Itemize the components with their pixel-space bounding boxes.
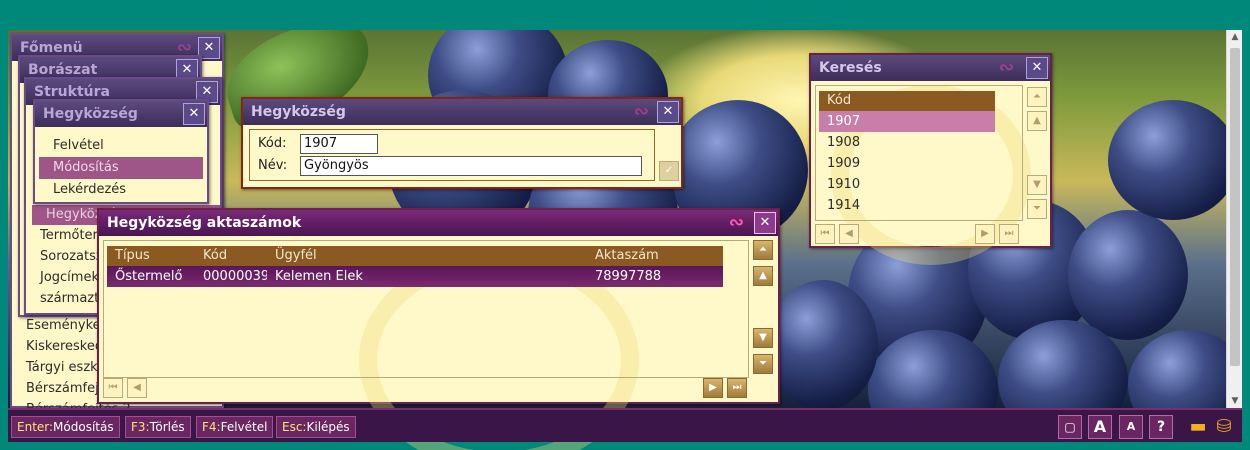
- hegykozseg-menu-titlebar: Hegyközség ✕: [35, 101, 207, 127]
- hegykozseg-menu-title: Hegyközség: [43, 106, 138, 122]
- swirl-logo-icon: ∾: [998, 57, 1014, 78]
- status-bar: Enter:Módosítás F3:Törlés F4:Felvétel Es…: [8, 408, 1242, 442]
- list-item-value: 1907: [827, 114, 861, 129]
- list-item[interactable]: 1909: [819, 153, 995, 174]
- key-action: Kilépés: [306, 420, 350, 434]
- aktaszamok-table: Típus Kód Ügyfél Aktaszám Őstermelő 0000…: [107, 246, 723, 287]
- last-record-icon[interactable]: ⏭: [999, 224, 1019, 244]
- list-item[interactable]: 1914: [819, 195, 995, 216]
- list-item[interactable]: 1908: [819, 132, 995, 153]
- cell-tipus: Őstermelő: [115, 269, 183, 284]
- scroll-thumb[interactable]: [1230, 48, 1240, 366]
- database-icon[interactable]: ⛁: [1212, 415, 1236, 439]
- save-check-icon[interactable]: ✓: [659, 161, 679, 181]
- scroll-bottom-icon[interactable]: ⏷: [753, 354, 773, 374]
- hegykozseg-form-title: Hegyközség: [251, 104, 346, 120]
- hegykozseg-form-window: Hegyközség ∾ ✕ Kód: 1907 Név: Gyöngyös ✓: [241, 97, 683, 189]
- aktaszamok-window: Hegyközség aktaszámok ∾ ✕ Típus Kód Ügyf…: [97, 208, 780, 450]
- list-item-value: 1910: [827, 177, 861, 192]
- hegykozseg-menu-close-icon[interactable]: ✕: [183, 103, 205, 125]
- help-icon[interactable]: ?: [1149, 415, 1173, 439]
- page-up-icon[interactable]: ▲: [1027, 111, 1047, 131]
- key-name: Esc:: [282, 420, 307, 434]
- font-small-icon[interactable]: A: [1119, 415, 1143, 439]
- col-kod: Kód: [203, 248, 228, 263]
- prev-record-icon[interactable]: ◀: [127, 378, 147, 398]
- col-kod: Kód: [827, 93, 852, 108]
- window-icon[interactable]: ▢: [1058, 415, 1082, 439]
- key-name: F3:: [131, 420, 150, 434]
- kereses-header: Kód: [819, 91, 995, 111]
- key-name: Enter:: [17, 420, 54, 434]
- scroll-down-icon[interactable]: ▼: [1227, 394, 1243, 408]
- kereses-list: Kód 1907 1908 1909 1910 1914: [819, 91, 995, 216]
- kod-label: Kód:: [258, 136, 287, 151]
- key-name: F4:: [202, 420, 221, 434]
- hegykozseg-menu-list: Felvétel Módosítás Lekérdezés: [39, 135, 203, 201]
- kereses-list-frame: Kód 1907 1908 1909 1910 1914: [815, 85, 1023, 221]
- list-item[interactable]: 1907: [819, 111, 995, 132]
- first-record-icon[interactable]: ⏮: [815, 224, 835, 244]
- desktop: ▲ ▼ Főmenü ∾ ✕ Eseménykez… Kiskereskedő……: [0, 0, 1250, 450]
- col-ugyfel: Ügyfél: [275, 248, 317, 263]
- col-aktaszam: Aktaszám: [595, 248, 659, 263]
- enter-modositas-button[interactable]: Enter:Módosítás: [11, 416, 120, 438]
- key-action: Módosítás: [53, 420, 114, 434]
- table-header: Típus Kód Ügyfél Aktaszám: [107, 246, 723, 266]
- hegykozseg-form-close-icon[interactable]: ✕: [657, 101, 679, 123]
- nev-field[interactable]: Gyöngyös: [300, 156, 642, 176]
- help-glyph: ?: [1156, 419, 1166, 435]
- list-item-value: 1909: [827, 156, 861, 171]
- next-record-icon[interactable]: ▶: [975, 224, 995, 244]
- swirl-logo-icon: ∾: [728, 212, 744, 233]
- page-down-icon[interactable]: ▼: [1027, 175, 1047, 195]
- list-item-value: 1908: [827, 135, 861, 150]
- form-panel: Kód: 1907 Név: Gyöngyös: [249, 129, 655, 181]
- aktaszamok-title: Hegyközség aktaszámok: [107, 215, 302, 231]
- font-large-icon[interactable]: A: [1088, 415, 1112, 439]
- scroll-up-icon[interactable]: ▲: [1227, 30, 1243, 44]
- table-row[interactable]: Őstermelő 00000039 Kelemen Elek 78997788: [107, 266, 723, 287]
- nev-label: Név:: [258, 158, 288, 173]
- fomenu-title: Főmenü: [20, 40, 83, 56]
- aktaszamok-titlebar: Hegyközség aktaszámok ∾ ✕: [99, 210, 778, 236]
- page-up-icon[interactable]: ▲: [753, 266, 773, 286]
- prev-record-icon[interactable]: ◀: [839, 224, 859, 244]
- list-item-value: 1914: [827, 198, 861, 213]
- aktaszamok-table-frame: Típus Kód Ügyfél Aktaszám Őstermelő 0000…: [103, 240, 749, 378]
- menu-item-modositas[interactable]: Módosítás: [39, 157, 203, 179]
- kod-field[interactable]: 1907: [300, 134, 378, 154]
- aktaszamok-close-icon[interactable]: ✕: [754, 212, 776, 234]
- swirl-logo-icon: ∾: [633, 101, 649, 122]
- menu-item-felvetel[interactable]: Felvétel: [39, 135, 203, 157]
- f4-felvetel-button[interactable]: F4:Felvétel: [196, 416, 274, 438]
- cell-ugyfel: Kelemen Elek: [275, 269, 363, 284]
- kereses-window: Keresés ∾ ✕ Kód 1907 1908 1909 1910 1914…: [809, 53, 1052, 265]
- cell-kod: 00000039: [203, 269, 267, 284]
- list-item[interactable]: 1910: [819, 174, 995, 195]
- kereses-close-icon[interactable]: ✕: [1026, 57, 1048, 79]
- menu-item-lekerdezes[interactable]: Lekérdezés: [39, 179, 203, 201]
- next-record-icon[interactable]: ▶: [703, 378, 723, 398]
- kereses-title: Keresés: [819, 60, 882, 76]
- scroll-top-icon[interactable]: ⏶: [1027, 87, 1047, 107]
- key-action: Törlés: [149, 420, 185, 434]
- cell-aktaszam: 78997788: [595, 269, 662, 284]
- scroll-top-icon[interactable]: ⏶: [753, 240, 773, 260]
- page-down-icon[interactable]: ▼: [753, 328, 773, 348]
- kereses-titlebar: Keresés ∾ ✕: [811, 55, 1050, 81]
- hegykozseg-menu-window: Hegyközség ✕ Felvétel Módosítás Lekérdez…: [33, 99, 209, 204]
- struktura-title: Struktúra: [34, 84, 110, 100]
- esc-kilepes-button[interactable]: Esc:Kilépés: [276, 416, 356, 438]
- scroll-bottom-icon[interactable]: ⏷: [1027, 199, 1047, 219]
- boraszat-title: Borászat: [28, 62, 98, 78]
- col-tipus: Típus: [115, 248, 150, 263]
- last-record-icon[interactable]: ⏭: [727, 378, 747, 398]
- hegykozseg-form-titlebar: Hegyközség ∾ ✕: [243, 99, 681, 125]
- key-action: Felvétel: [220, 420, 268, 434]
- monitor-icon[interactable]: ▬: [1186, 415, 1210, 439]
- vertical-scrollbar[interactable]: ▲ ▼: [1226, 30, 1242, 408]
- first-record-icon[interactable]: ⏮: [103, 378, 123, 398]
- f3-torles-button[interactable]: F3:Törlés: [125, 416, 191, 438]
